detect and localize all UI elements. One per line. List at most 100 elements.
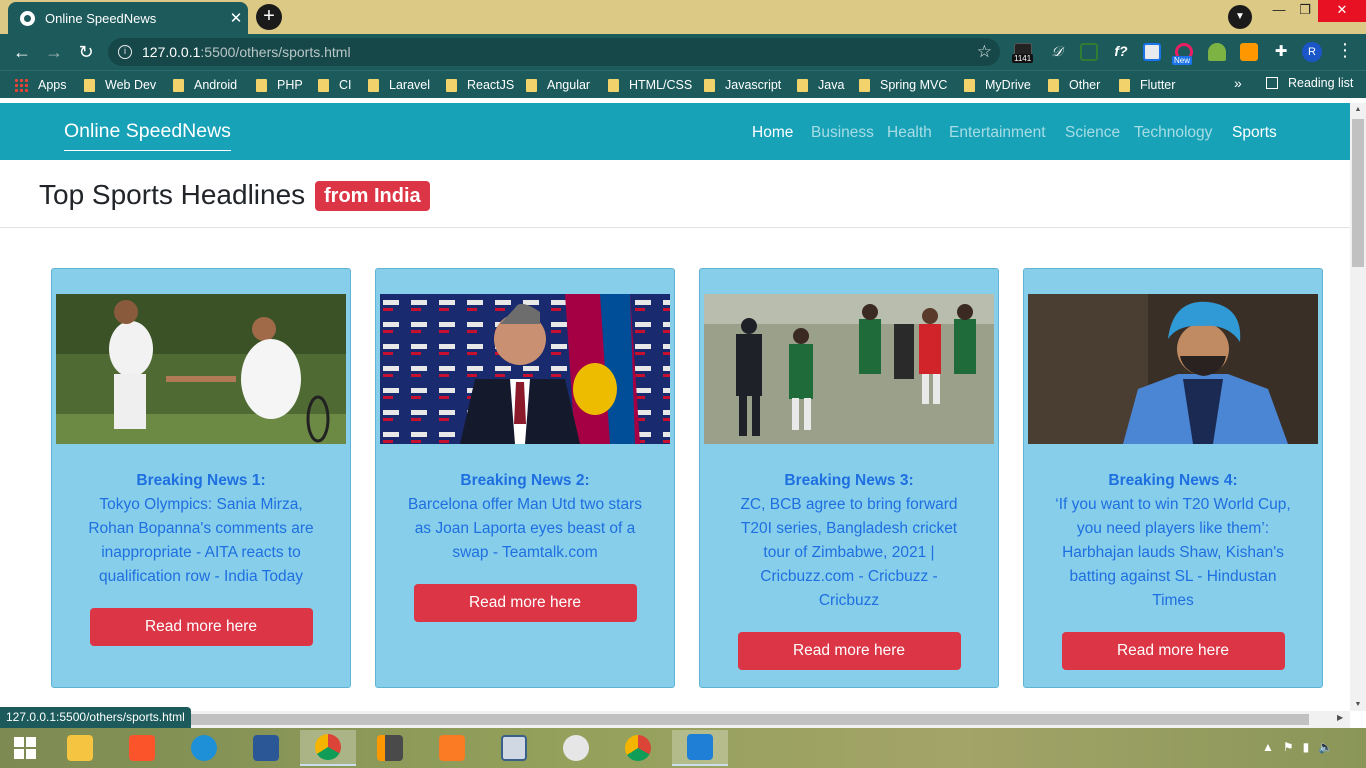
bookmark-folder[interactable]: Java — [797, 76, 844, 94]
nav-link-entertainment[interactable]: Entertainment — [949, 124, 1046, 142]
read-more-button[interactable]: Read more here — [1061, 632, 1285, 670]
scroll-down-arrow-icon[interactable]: ▼ — [1350, 701, 1366, 708]
extensions-puzzle-icon[interactable]: ✚ — [1272, 43, 1290, 61]
browser-toolbar: ← → ↻ i 127.0.0.1:5500/others/sports.htm… — [0, 34, 1366, 70]
menu-kebab-icon[interactable]: ⋮ — [1336, 40, 1354, 61]
news-card: Breaking News 3: ZC, BCB agree to bring … — [699, 268, 999, 688]
bookmark-folder[interactable]: ReactJS — [446, 76, 514, 94]
browser-tab-active[interactable]: Online SpeedNews ✕ — [8, 2, 248, 34]
bookmark-folder[interactable]: PHP — [256, 76, 303, 94]
bookmark-folder[interactable]: Web Dev — [84, 76, 156, 94]
tab-title: Online SpeedNews — [45, 10, 157, 26]
folder-icon — [526, 78, 537, 92]
scroll-right-arrow-icon[interactable]: ▶ — [1337, 713, 1343, 722]
extension-font-icon[interactable]: f? — [1112, 43, 1130, 61]
reload-icon[interactable]: ↻ — [74, 40, 98, 64]
chrome-profile-icon[interactable] — [610, 730, 666, 766]
bookmark-folder[interactable]: Android — [173, 76, 237, 94]
windows-start-icon[interactable] — [0, 730, 50, 766]
bookmark-folder[interactable]: Flutter — [1119, 76, 1175, 94]
read-more-button[interactable]: Read more here — [89, 608, 313, 646]
close-window-button[interactable]: ✕ — [1318, 0, 1366, 22]
flag-icon[interactable]: ⚑ — [1283, 740, 1294, 754]
news-card: Breaking News 1: Tokyo Olympics: Sania M… — [51, 268, 351, 688]
card-body: Breaking News 4: ‘If you want to win T20… — [1054, 469, 1292, 670]
bookmark-folder[interactable]: HTML/CSS — [608, 76, 692, 94]
nav-link-sports[interactable]: Sports — [1232, 124, 1277, 142]
bookmark-folder[interactable]: Other — [1048, 76, 1100, 94]
reading-list-button[interactable]: Reading list — [1266, 76, 1353, 90]
signal-icon[interactable]: ▮ — [1303, 740, 1310, 754]
scroll-up-arrow-icon[interactable]: ▲ — [1350, 106, 1366, 113]
vertical-scroll-thumb[interactable] — [1352, 119, 1364, 267]
read-more-button[interactable]: Read more here — [413, 584, 637, 622]
horizontal-scroll-thumb[interactable] — [16, 714, 1309, 725]
forward-arrow-icon[interactable]: → — [42, 40, 66, 64]
folder-icon — [859, 78, 870, 92]
extension-download-icon[interactable] — [1143, 43, 1161, 61]
press-conference-image — [380, 294, 670, 444]
tab-close-icon[interactable]: ✕ — [224, 9, 248, 27]
card-body: Breaking News 2: Barcelona offer Man Utd… — [406, 469, 644, 622]
site-info-icon[interactable]: i — [118, 45, 132, 59]
folder-icon — [608, 78, 619, 92]
bookmarks-overflow-button[interactable]: » — [1234, 75, 1242, 91]
tennis-players-image — [56, 294, 346, 444]
folder-icon — [446, 78, 457, 92]
file-explorer-icon[interactable] — [52, 730, 108, 766]
site-brand-link[interactable]: Online SpeedNews — [64, 120, 231, 151]
horizontal-scrollbar[interactable]: ▶ — [0, 711, 1350, 728]
extension-android-icon[interactable] — [1208, 43, 1226, 61]
bookmark-folder[interactable]: Javascript — [704, 76, 781, 94]
windows-taskbar: ▲ ⚑ ▮ 🔈 — [0, 728, 1366, 768]
bookmark-folder[interactable]: Spring MVC — [859, 76, 947, 94]
nav-link-science[interactable]: Science — [1065, 124, 1120, 142]
bookmark-folder[interactable]: Angular — [526, 76, 590, 94]
xampp-icon[interactable] — [424, 730, 480, 766]
on-screen-keyboard-icon[interactable] — [486, 730, 542, 766]
folder-icon — [84, 78, 95, 92]
profile-avatar[interactable]: R — [1302, 42, 1322, 62]
nav-link-home[interactable]: Home — [752, 124, 793, 142]
folder-icon — [256, 78, 267, 92]
folder-icon — [964, 78, 975, 92]
folder-icon — [1048, 78, 1059, 92]
bookmark-folder[interactable]: MyDrive — [964, 76, 1031, 94]
url-path: :5500/others/sports.html — [200, 44, 351, 60]
apps-grid-icon — [14, 78, 28, 92]
nav-link-technology[interactable]: Technology — [1134, 124, 1212, 142]
tray-chevron-icon[interactable]: ▲ — [1262, 740, 1274, 754]
news-card: Breaking News 4: ‘If you want to win T20… — [1023, 268, 1323, 688]
nav-link-business[interactable]: Business — [811, 124, 874, 142]
bookmark-apps[interactable]: Apps — [14, 76, 67, 94]
new-tab-button[interactable]: + — [256, 4, 282, 30]
nav-link-health[interactable]: Health — [887, 124, 932, 142]
word-icon[interactable] — [238, 730, 294, 766]
region-badge: from India — [315, 181, 430, 211]
read-more-button[interactable]: Read more here — [737, 632, 961, 670]
edge-browser-icon[interactable] — [176, 730, 232, 766]
extension-d-icon[interactable]: 𝒟 — [1048, 43, 1066, 61]
tab-search-icon[interactable]: ▼ — [1228, 5, 1252, 29]
brave-browser-icon[interactable] — [114, 730, 170, 766]
address-bar[interactable]: i 127.0.0.1:5500/others/sports.html ☆ — [108, 38, 1000, 66]
card-text: Tokyo Olympics: Sania Mirza, Rohan Bopan… — [88, 496, 314, 585]
system-tray[interactable]: ▲ ⚑ ▮ 🔈 — [1262, 740, 1333, 754]
snipping-tool-icon[interactable] — [548, 730, 604, 766]
extension-orange-icon[interactable] — [1240, 43, 1258, 61]
sublime-text-icon[interactable] — [362, 730, 418, 766]
vscode-icon[interactable] — [672, 730, 728, 766]
extension-screen-icon[interactable] — [1080, 43, 1098, 61]
volume-icon[interactable]: 🔈 — [1318, 740, 1333, 754]
chrome-icon[interactable] — [300, 730, 356, 766]
folder-icon — [173, 78, 184, 92]
folder-icon — [318, 78, 329, 92]
bookmark-folder[interactable]: Laravel — [368, 76, 430, 94]
bookmark-star-icon[interactable]: ☆ — [977, 38, 992, 66]
globe-icon — [20, 10, 35, 26]
vertical-scrollbar[interactable]: ▲ ▼ — [1350, 103, 1366, 711]
back-arrow-icon[interactable]: ← — [10, 40, 34, 64]
folder-icon — [704, 78, 715, 92]
bookmark-folder[interactable]: CI — [318, 76, 352, 94]
cricket-players-image — [704, 294, 994, 444]
